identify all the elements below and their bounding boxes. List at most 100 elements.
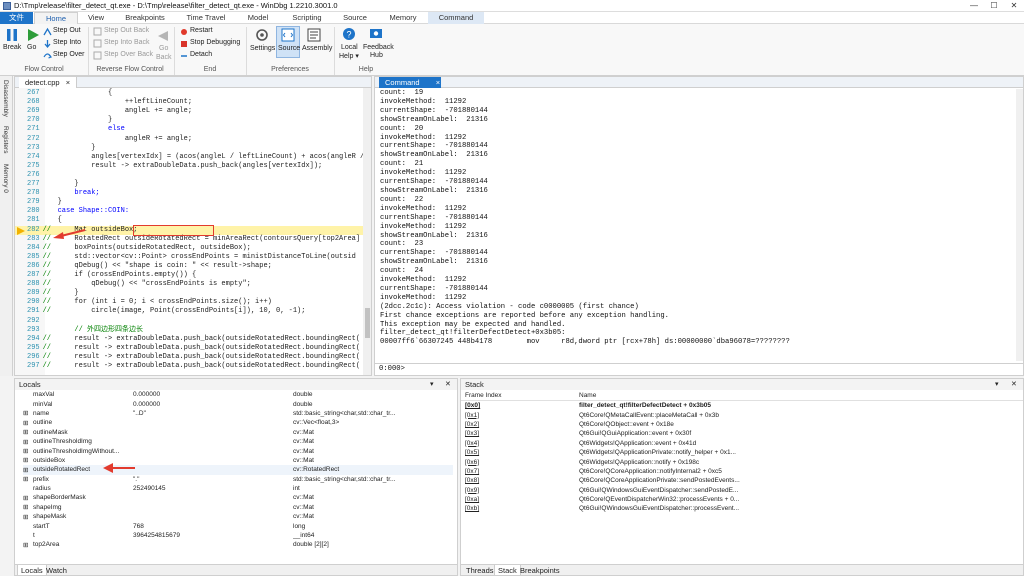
expand-icon[interactable]: ⊞ <box>23 503 33 512</box>
code-line[interactable]: 284// boxPoints(outsideRotatedRect, outs… <box>27 244 251 253</box>
line-number[interactable]: 287 <box>27 271 40 279</box>
frame-index-link[interactable]: [0xb] <box>465 504 521 513</box>
detach-button[interactable]: Detach <box>190 51 212 58</box>
source-scrollbar[interactable] <box>363 88 371 375</box>
table-row[interactable]: ⊞ outlineThresholdImg cv::Mat <box>23 437 453 446</box>
frame-index-link[interactable]: [0x2] <box>465 420 521 429</box>
side-tab-disassembly[interactable]: Disassembly <box>2 80 9 117</box>
table-row[interactable]: [0x9] Qt6Gui!QWindowsGuiEventDispatcher::… <box>465 486 1015 495</box>
line-number[interactable]: 294 <box>27 335 40 343</box>
line-number[interactable]: 271 <box>27 125 40 133</box>
line-number[interactable]: 279 <box>27 198 40 206</box>
code-line[interactable]: 280 case Shape::COIN: <box>27 207 129 216</box>
table-row[interactable]: ⊞ outsideBox cv::Mat <box>23 456 453 465</box>
break-button[interactable]: Break <box>3 44 21 51</box>
step-out-button[interactable]: Step Out <box>53 27 81 34</box>
tab-file[interactable]: 文件 <box>0 12 33 24</box>
tab-detect-cpp[interactable]: detect.cpp × <box>19 77 78 88</box>
line-number[interactable]: 269 <box>27 107 40 115</box>
line-number[interactable]: 270 <box>27 116 40 124</box>
assembly-button[interactable]: Assembly <box>302 45 332 52</box>
line-number[interactable]: 282 <box>27 226 40 234</box>
line-number[interactable]: 286 <box>27 262 40 270</box>
expand-icon[interactable]: ⊞ <box>23 437 33 446</box>
table-row[interactable]: minVal 0.000000 double <box>23 399 453 408</box>
frame-index-link[interactable]: [0x6] <box>465 457 521 466</box>
expand-icon[interactable] <box>23 399 33 408</box>
table-row[interactable]: [0x7] Qt6Core!QCoreApplication::notifyInt… <box>465 467 1015 476</box>
expand-icon[interactable]: ⊞ <box>23 446 33 455</box>
table-row[interactable]: ⊞ prefix "." std::basic_string<char,std::ch… <box>23 475 453 484</box>
tab-source[interactable]: Source <box>336 12 374 24</box>
code-line[interactable]: 291// circle(image, Point(crossEndPoints… <box>27 307 305 316</box>
expand-icon[interactable]: ⊞ <box>23 465 33 474</box>
code-line[interactable]: 275 result -> extraDoubleData.push_back(… <box>27 162 322 171</box>
code-line[interactable]: 276 <box>27 171 58 180</box>
table-row[interactable]: startT 768 long <box>23 521 453 530</box>
side-tab-registers[interactable]: Registers <box>2 126 9 153</box>
table-row[interactable]: [0x6] Qt6Widgets!QApplication::notify + 0… <box>465 457 1015 466</box>
expand-icon[interactable]: ⊞ <box>23 418 33 427</box>
code-line[interactable]: 297// result -> extraDoubleData.push_bac… <box>27 362 360 371</box>
scrollbar-thumb[interactable] <box>365 308 370 338</box>
expand-icon[interactable]: ⊞ <box>23 512 33 521</box>
table-row[interactable]: ⊞ outlineThresholdImgWithout... cv::Mat <box>23 446 453 456</box>
line-number[interactable]: 289 <box>27 289 40 297</box>
restart-button[interactable]: Restart <box>190 27 213 34</box>
expand-icon[interactable]: ⊞ <box>23 456 33 465</box>
expand-icon[interactable] <box>23 484 33 493</box>
table-row[interactable]: [0x4] Qt6Widgets!QApplication::event + 0x… <box>465 439 1015 448</box>
tab-view[interactable]: View <box>80 12 112 24</box>
table-row[interactable]: ⊞ name "..D" std::basic_string<char,std::ch… <box>23 409 453 418</box>
table-row[interactable]: ⊞ top2Area double [2][2] <box>23 540 453 549</box>
frame-index-link[interactable]: [0xa] <box>465 495 521 504</box>
step-out-back-button[interactable]: Step Out Back <box>104 27 149 34</box>
column-name[interactable]: Name <box>579 392 596 399</box>
minimize-button[interactable]: — <box>964 0 984 12</box>
code-line[interactable]: 269 angleL += angle; <box>27 107 192 116</box>
code-line[interactable]: 289// } <box>27 289 79 298</box>
frame-index-link[interactable]: [0x5] <box>465 448 521 457</box>
code-line[interactable]: 268 ++leftLineCount; <box>27 98 192 107</box>
table-row[interactable]: [0x0] filter_detect_qt!filterDefectDetect… <box>465 401 1015 410</box>
chevron-down-icon[interactable]: ▾ <box>430 380 440 389</box>
frame-index-link[interactable]: [0x7] <box>465 467 521 476</box>
tab-threads[interactable]: Threads <box>463 565 497 575</box>
table-row[interactable]: ⊞ shapeMask cv::Mat <box>23 512 453 521</box>
table-row[interactable]: ⊞ shapeBorderMask cv::Mat <box>23 493 453 502</box>
line-number[interactable]: 297 <box>27 362 40 370</box>
expand-icon[interactable]: ⊞ <box>23 540 33 549</box>
frame-index-link[interactable]: [0x9] <box>465 486 521 495</box>
table-row[interactable]: ⊞ shapeImg cv::Mat <box>23 503 453 512</box>
table-row[interactable]: [0x8] Qt6Core!QCoreApplicationPrivate::se… <box>465 476 1015 485</box>
code-line[interactable]: 267 { <box>27 89 112 98</box>
table-row[interactable]: ⊞ outsideRotatedRect cv::RotatedRect <box>23 465 453 475</box>
tab-memory[interactable]: Memory <box>382 12 424 24</box>
step-over-button[interactable]: Step Over <box>53 51 85 58</box>
tab-command-window[interactable]: Command × <box>379 77 441 88</box>
table-row[interactable]: radius 252490145 int <box>23 484 453 493</box>
expand-icon[interactable] <box>23 531 33 540</box>
code-line[interactable]: 271 else <box>27 125 125 134</box>
tab-scripting[interactable]: Scripting <box>285 12 329 24</box>
tab-time-travel[interactable]: Time Travel <box>180 12 232 24</box>
expand-icon[interactable]: ⊞ <box>23 409 33 418</box>
frame-index-link[interactable]: [0x4] <box>465 439 521 448</box>
code-line[interactable]: 295// result -> extraDoubleData.push_bac… <box>27 344 360 353</box>
line-number[interactable]: 283 <box>27 235 40 243</box>
expand-icon[interactable]: ⊞ <box>23 428 33 437</box>
step-into-back-button[interactable]: Step Into Back <box>104 39 150 46</box>
code-line[interactable]: 287// if (crossEndPoints.empty()) { <box>27 271 196 280</box>
tab-model[interactable]: Model <box>240 12 276 24</box>
code-line[interactable]: 277 } <box>27 180 79 189</box>
code-line[interactable]: 272 angleR += angle; <box>27 135 192 144</box>
source-button[interactable]: Source <box>278 45 300 52</box>
line-number[interactable]: 280 <box>27 207 40 215</box>
step-into-button[interactable]: Step Into <box>53 39 81 46</box>
code-line[interactable]: 286// qDebug() << "shape is coin: " << r… <box>27 262 272 271</box>
go-button[interactable]: Go <box>27 44 36 51</box>
tab-breakpoints-window[interactable]: Breakpoints <box>517 565 563 575</box>
table-row[interactable]: [0xa] Qt6Core!QEventDispatcherWin32::proc… <box>465 495 1015 504</box>
line-number[interactable]: 272 <box>27 135 40 143</box>
table-row[interactable]: [0x3] Qt6Gui!QGuiApplication::event + 0x3… <box>465 429 1015 438</box>
